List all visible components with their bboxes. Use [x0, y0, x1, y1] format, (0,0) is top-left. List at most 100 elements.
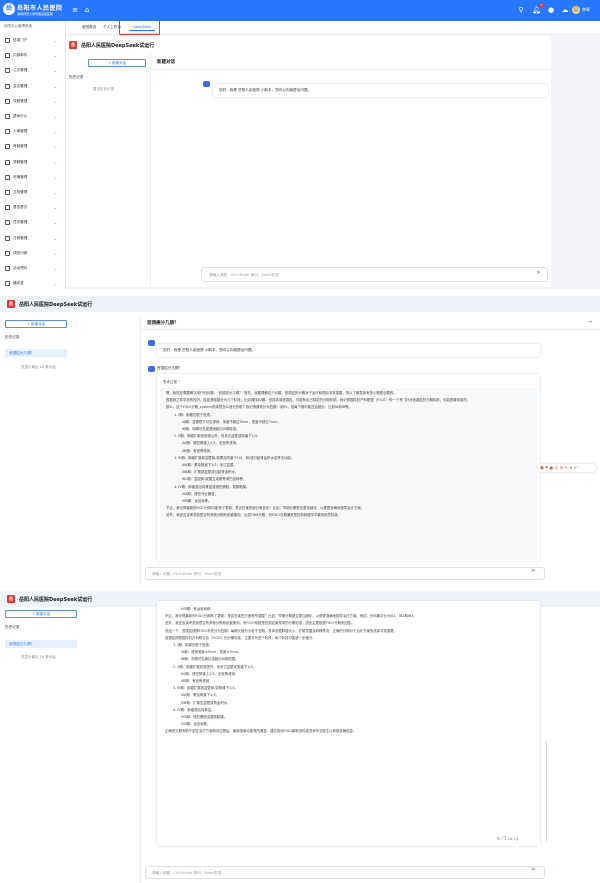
menu-item-icon [5, 83, 10, 89]
chat-icon[interactable]: ● [547, 6, 555, 14]
sidebar-item-label: 通讯录 [13, 281, 24, 286]
sidebar-item[interactable]: 会议管理 ⌄ [0, 79, 66, 94]
conversation-title: 新建对话 [157, 60, 175, 65]
avatar[interactable]: ☺ [572, 6, 580, 14]
paragraph: 根据我之前学到的知识，癌症通常被分为几个阶段，比如I期到IV期。但具体到宫颈癌，… [166, 398, 471, 403]
chat-input[interactable]: 请输入问题，Ctrl+Enter 换行，Enter发送 [145, 567, 545, 580]
chevron-down-icon: ⌄ [53, 114, 57, 119]
sidebar-item-label: 公文管理 [13, 68, 28, 73]
sidebar-item[interactable]: 信息门户 ⌄ [0, 33, 66, 48]
thumbs-up-icon[interactable]: 👍︎ [508, 837, 513, 842]
menu-item-icon [5, 38, 10, 43]
paragraph: 总结一下，宫颈癌按照FIGO系统分为四期，每期又细分为若干亚期，具体依据肿瘤大小… [165, 628, 398, 633]
sidebar-item-label: 日程管理 [13, 235, 28, 240]
user-name[interactable]: 李晖 [582, 7, 590, 13]
history-item[interactable]: 宫颈癌分几期？ [5, 640, 77, 648]
floating-toolbar[interactable]: ⬢ ⚑ ● ☺ ✉ ✎ ★ ✔ [538, 464, 596, 472]
sidebar-item-label: 流程管理 [13, 98, 28, 103]
page-title: 岳阳人民医院DeepSeek试运行 [81, 43, 155, 49]
paragraph: 4. IV期：肿瘤超出真骨盆或侵犯膀胱、直肠黏膜。 [174, 484, 250, 489]
chat-input[interactable]: 请输入问题，Ctrl+Enter 换行，Enter发送 [201, 267, 548, 282]
question-echo: 宫颈癌分几期？ [157, 366, 183, 370]
history-more: 仅显示最近 20 条对话 [21, 365, 56, 369]
thumbs-down-icon[interactable]: 👎︎ [514, 837, 519, 842]
sidebar-item[interactable]: 活动预约 ⌄ [0, 261, 66, 276]
divider [140, 316, 141, 584]
exit-icon[interactable]: ⇥ [588, 320, 592, 325]
paragraph: IVA期：侵犯邻近器官。 [182, 491, 218, 496]
chevron-down-icon: ⌄ [53, 159, 57, 165]
send-icon[interactable]: ➤ [531, 866, 536, 873]
new-chat-button[interactable]: + 新建对话 [5, 610, 77, 618]
page-title: 岳阳人民医院DeepSeek试运行 [19, 597, 93, 603]
chevron-down-icon: ⌄ [53, 98, 57, 104]
tab-hospital-home[interactable]: 医院首页 [78, 23, 100, 31]
sidebar-item[interactable]: 考勤管理 ⌄ [0, 139, 66, 154]
new-chat-button[interactable]: + 新建对话 [88, 59, 146, 67]
top-bar: 岳 岳阳市人民医院 湖南师范大学附属岳阳医院 ≡ ⌂ ⚲ 🔔︎ 5 ● ☁ ☺ … [0, 0, 600, 21]
paragraph: 那么，这个FIGO分期_system具体是怎么划分的呢？我记得通常分为四期：I到… [166, 405, 352, 410]
sidebar-item[interactable]: 流程管理 ⌄ [0, 94, 66, 109]
paragraph: 嗯，我现在需要解决用户的问题：“宫颈癌分几期？”首先，我要理解这个问题。宫颈癌的… [166, 391, 397, 395]
paragraph: IIIB期：扩展到盆壁或引起肾盂积水。 [182, 470, 239, 475]
send-icon[interactable]: ➤ [531, 567, 536, 574]
new-chat-button[interactable]: + 新建对话 [5, 320, 67, 328]
paragraph: IVB期：远处转移。 [181, 722, 211, 727]
sidebar-item[interactable]: 人事管理 ⌄ [0, 124, 66, 139]
sidebar-item[interactable]: 督查督办 ⌄ [0, 200, 66, 215]
history-title: 历史记录 [5, 335, 20, 339]
sidebar-item[interactable]: 内部邮件 ⌄ [0, 48, 66, 63]
divider [140, 329, 600, 330]
sidebar-item[interactable]: 调查问卷 ⌄ [0, 246, 66, 261]
paragraph: IVB期：远处转移。 [182, 499, 212, 504]
sidebar-item-label: 会议管理 [13, 83, 28, 88]
sidebar-item[interactable]: 请假管理 ⌄ [0, 155, 66, 170]
chat-input[interactable]: 请输入问题，Ctrl+Enter 换行，Enter发送 [145, 866, 545, 879]
sidebar-item[interactable]: 日程管理 ⌄ [0, 231, 66, 246]
paragraph: IIIA期：累及阴道下1/3。 [181, 693, 219, 698]
paragraph: 3. III期：肿瘤扩展到盆壁和/或阴道下1/3。 [173, 686, 238, 691]
chevron-down-icon: ⌄ [53, 83, 57, 89]
bot-avatar-icon [148, 340, 155, 346]
refresh-icon[interactable]: ↻ [497, 837, 501, 842]
divider [140, 607, 141, 883]
sidebar-item[interactable]: 文档管理 ⌄ [0, 185, 66, 200]
scrollbar[interactable] [546, 741, 547, 841]
sidebar-item[interactable]: 车辆管理 ⌄ [0, 170, 66, 185]
menu-toggle-icon[interactable]: ≡ [71, 6, 79, 14]
search-icon[interactable]: ⚲ [517, 6, 525, 14]
sidebar-item[interactable]: 任务管理 ⌄ [0, 215, 66, 230]
paragraph: IA期：显微镜下可见浸润，深度不超过5mm，宽度不超过7mm。 [182, 419, 281, 424]
deepseek-window-3: 岳 岳阳人民医院DeepSeek试运行 + 新建对话 历史记录 宫颈癌分几期？ … [0, 591, 600, 883]
paragraph: 此外，我还应该考虑到是否有其他分期系统被使用，比如TNM分期，但FIGO分期通常… [166, 513, 342, 518]
sidebar-item-label: 信息门户 [13, 38, 28, 42]
send-icon[interactable]: ➤ [536, 269, 541, 276]
sidebar-item[interactable]: 退休中心 ⌄ [0, 109, 66, 124]
paragraph: IB期：肉眼可见病灶或超出IA期范围。 [181, 657, 239, 662]
history-item[interactable]: 宫颈癌分几期？ [5, 349, 67, 357]
chevron-down-icon: ⌄ [53, 174, 57, 180]
chevron-down-icon: ⌄ [53, 281, 57, 287]
oa-main-window: 岳 岳阳市人民医院 湖南师范大学附属岳阳医院 ≡ ⌂ ⚲ 🔔︎ 5 ● ☁ ☺ … [0, 0, 600, 289]
think-toggle[interactable]: 思考过程 ^ [163, 379, 537, 385]
paragraph: IIIA期：累及阴道下1/3，未达盆壁。 [182, 463, 237, 468]
history-more: 仅显示最近 20 条对话 [21, 655, 56, 659]
sidebar-item-label: 文档管理 [13, 190, 28, 194]
copy-icon[interactable]: ❐ [502, 837, 506, 842]
paragraph: IB期：肉眼可见或浸润超出IA期标准。 [182, 427, 240, 432]
paragraph: 3. III期：肿瘤扩展到盆壁和/或累及阴道下1/3，和/或引起肾盂积水或肾无功… [174, 455, 295, 460]
sidebar-item[interactable]: 公文管理 ⌄ [0, 63, 66, 78]
answer-text: IVB期：有远处转移。 不过，我记得最新的FIGO分期有了更新，是否在某些方面有所… [157, 601, 540, 846]
deepseek-window-2: 岳 岳阳人民医院DeepSeek试运行 + 新建对话 历史记录 宫颈癌分几期？ … [0, 296, 600, 584]
paragraph: 2. II期：肿瘤扩散到宫颈以外，但未达盆壁或阴道下1/3。 [174, 434, 261, 439]
paragraph: 4. IV期：肿瘤超出真骨盆。 [173, 707, 215, 712]
cloud-icon[interactable]: ☁ [561, 6, 569, 14]
home-icon[interactable]: ⌂ [83, 6, 91, 14]
chevron-down-icon: ⌄ [53, 190, 57, 195]
paragraph: 此外，我还应该考虑到是否有其他分期系统被使用，但FIGO系统是宫颈癌最常用的分期… [165, 621, 355, 626]
paragraph: IA期：浸润深度≤5mm，宽度≤7mm。 [181, 650, 242, 655]
chevron-down-icon: ⌄ [53, 205, 57, 211]
paragraph: 2. II期：肿瘤扩展到宫颈外，但未达盆壁或阴道下1/3。 [173, 664, 256, 669]
tab-highlight-box [119, 19, 160, 35]
sidebar-item[interactable]: 通讯录 ⌄ [0, 276, 66, 289]
